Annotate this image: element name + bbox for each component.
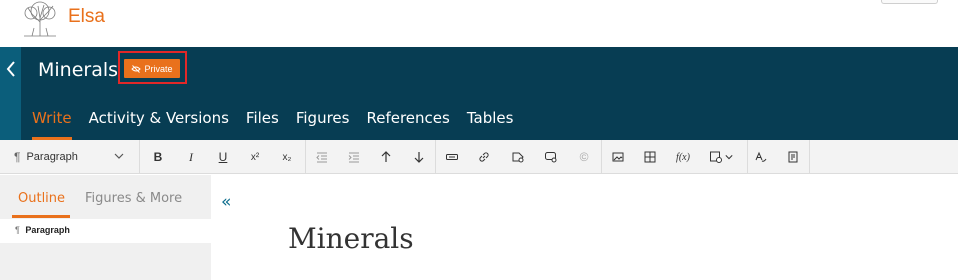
document-tabs: Write Activity & Versions Files Figures … bbox=[32, 107, 530, 140]
tools-group bbox=[748, 140, 810, 174]
increase-indent-icon bbox=[348, 152, 359, 163]
document-title: Minerals bbox=[38, 59, 119, 81]
spellcheck-icon bbox=[755, 151, 767, 162]
insert-dropdown-button[interactable] bbox=[706, 148, 736, 166]
private-badge[interactable]: Private bbox=[124, 59, 180, 78]
move-up-button[interactable] bbox=[377, 148, 395, 166]
structure-group bbox=[306, 140, 436, 174]
comment-button[interactable] bbox=[542, 148, 560, 166]
comment-icon bbox=[545, 152, 557, 163]
pilcrow-icon: ¶ bbox=[14, 150, 21, 164]
subscript-button[interactable]: x₂ bbox=[278, 148, 296, 166]
tab-tables[interactable]: Tables bbox=[467, 107, 514, 140]
table-icon bbox=[644, 151, 656, 163]
arrow-down-icon bbox=[414, 152, 424, 163]
app-name: Elsa bbox=[68, 6, 105, 27]
editor-document-title[interactable]: Minerals bbox=[288, 222, 414, 255]
top-bar: Elsa bbox=[0, 0, 958, 47]
tab-outline[interactable]: Outline bbox=[18, 191, 65, 206]
notes-icon bbox=[788, 151, 798, 163]
spellcheck-button[interactable] bbox=[752, 148, 770, 166]
top-right-menu-button[interactable] bbox=[881, 0, 938, 4]
back-button[interactable] bbox=[0, 47, 21, 140]
tab-figures-more[interactable]: Figures & More bbox=[85, 191, 182, 206]
left-panel: Outline Figures & More ¶ Paragraph bbox=[0, 175, 211, 280]
outline-item-label: Paragraph bbox=[25, 225, 70, 235]
arrow-up-icon bbox=[381, 151, 391, 162]
bold-button[interactable]: B bbox=[149, 148, 167, 166]
copyright-button[interactable]: © bbox=[575, 148, 593, 166]
footnote-button[interactable] bbox=[443, 148, 461, 166]
decrease-indent-icon bbox=[316, 152, 327, 163]
outline-item[interactable]: ¶ Paragraph bbox=[0, 219, 211, 243]
tag-icon bbox=[512, 152, 524, 163]
decrease-indent-button[interactable] bbox=[313, 148, 331, 166]
chevron-down-icon bbox=[725, 155, 733, 160]
image-button[interactable] bbox=[609, 148, 627, 166]
chevron-left-icon bbox=[6, 61, 15, 77]
tab-references[interactable]: References bbox=[366, 107, 449, 140]
tab-files[interactable]: Files bbox=[246, 107, 279, 140]
insert-icon bbox=[710, 151, 722, 163]
tab-activity-versions[interactable]: Activity & Versions bbox=[89, 107, 229, 140]
left-panel-tabs: Outline Figures & More bbox=[0, 175, 211, 219]
elsevier-tree-logo-icon bbox=[24, 1, 56, 37]
move-down-button[interactable] bbox=[410, 148, 428, 166]
object-group: f(x) bbox=[602, 140, 748, 174]
editor-toolbar: ¶ Paragraph B I U x² x₂ © f(x) bbox=[0, 140, 958, 174]
notes-button[interactable] bbox=[784, 148, 802, 166]
format-group: B I U x² x₂ bbox=[140, 140, 306, 174]
chevron-down-icon bbox=[114, 153, 124, 159]
increase-indent-button[interactable] bbox=[345, 148, 363, 166]
document-header: Minerals Private Write Activity & Versio… bbox=[0, 47, 958, 140]
tag-button[interactable] bbox=[509, 148, 527, 166]
insert-group: © bbox=[436, 140, 602, 174]
image-icon bbox=[612, 152, 624, 162]
table-button[interactable] bbox=[641, 148, 659, 166]
pilcrow-icon: ¶ bbox=[15, 225, 20, 235]
tab-write[interactable]: Write bbox=[32, 107, 72, 140]
paragraph-style-value: Paragraph bbox=[26, 151, 78, 163]
eye-slash-icon bbox=[131, 64, 142, 73]
paragraph-style-select[interactable]: ¶ Paragraph bbox=[0, 140, 140, 174]
link-button[interactable] bbox=[475, 148, 493, 166]
formula-button[interactable]: f(x) bbox=[672, 148, 694, 166]
collapse-panel-button[interactable]: « bbox=[221, 192, 231, 212]
underline-button[interactable]: U bbox=[214, 148, 232, 166]
tab-figures[interactable]: Figures bbox=[296, 107, 350, 140]
footnote-icon bbox=[446, 154, 458, 160]
active-tab-indicator bbox=[12, 215, 70, 218]
private-badge-label: Private bbox=[144, 63, 173, 74]
superscript-button[interactable]: x² bbox=[246, 148, 264, 166]
italic-button[interactable]: I bbox=[182, 148, 200, 166]
link-icon bbox=[479, 152, 489, 162]
